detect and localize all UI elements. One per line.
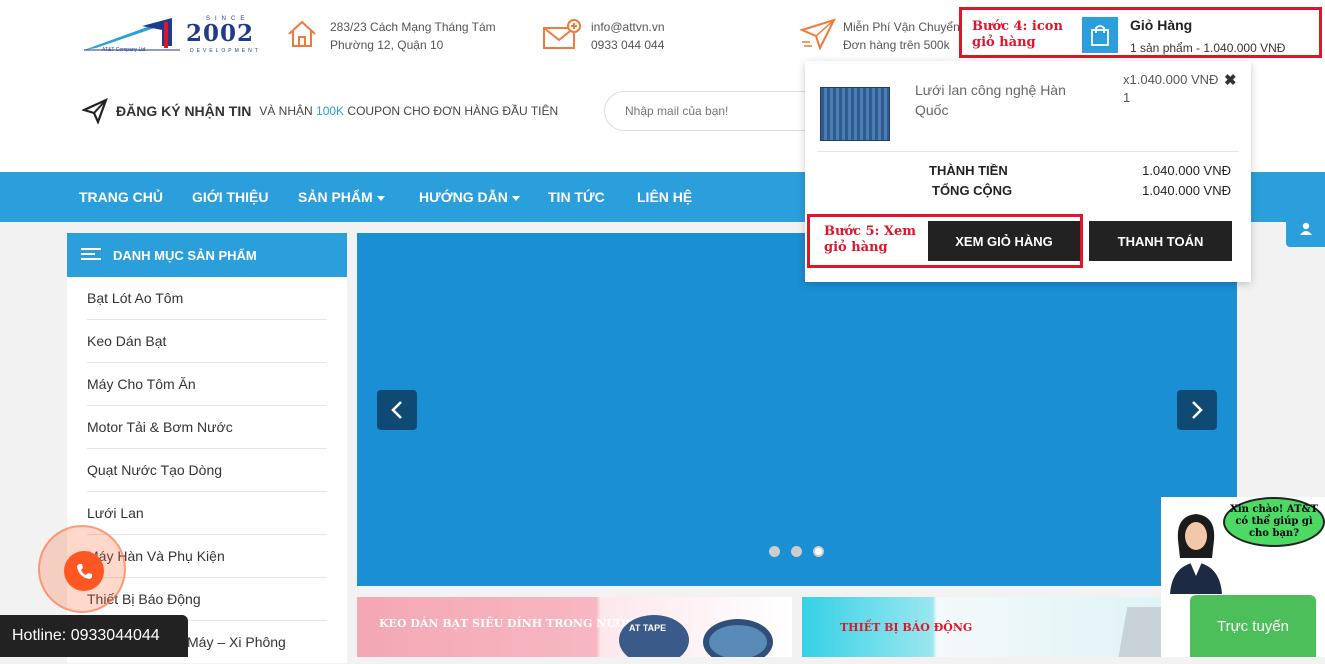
nav-guide[interactable]: HƯỚNG DẪN xyxy=(419,172,520,222)
slider-dot[interactable] xyxy=(791,546,802,557)
product-thumbnail[interactable] xyxy=(820,75,890,141)
remove-item-icon[interactable]: ✖ xyxy=(1224,71,1237,89)
category-item[interactable]: Motor Tải & Bơm Nước xyxy=(87,406,327,449)
home-icon xyxy=(288,20,316,47)
nav-about[interactable]: GIỚI THIỆU xyxy=(192,172,269,222)
divider xyxy=(817,151,1239,152)
category-item[interactable]: Máy Cho Tôm Ăn xyxy=(87,363,327,406)
slider-dot-active[interactable] xyxy=(813,546,824,557)
banner-glue-text: KEO DÁN BẠT SIÊU DÍNH TRONG NƯỚC xyxy=(379,617,635,630)
mail-icon xyxy=(543,19,581,49)
nav-guide-label: HƯỚNG DẪN xyxy=(419,189,508,205)
caret-down-icon xyxy=(511,195,520,201)
chevron-left-icon xyxy=(391,401,402,419)
cart-product-price: x1.040.000 VNĐ xyxy=(1123,72,1219,87)
category-item[interactable]: Bạt Lót Ao Tôm xyxy=(87,277,327,320)
user-icon xyxy=(1299,222,1312,235)
menu-icon xyxy=(81,248,101,260)
newsletter-promo: ĐĂNG KÝ NHẬN TIN VÀ NHẬN 100K COUPON CHO… xyxy=(82,96,558,126)
nav-products-label: SẢN PHẨM xyxy=(298,189,373,205)
banner-glue[interactable]: KEO DÁN BẠT SIÊU DÍNH TRONG NƯỚC AT TAPE xyxy=(357,597,792,657)
slider-next-button[interactable] xyxy=(1177,390,1217,430)
address-block: 283/23 Cách Mạng Tháng Tám Phường 12, Qu… xyxy=(286,18,496,54)
phone-icon xyxy=(77,564,92,579)
contact-email[interactable]: info@attvn.vn xyxy=(591,18,665,36)
hotline-bar[interactable]: Hotline: 0933044044 xyxy=(0,615,188,657)
slider-dot[interactable] xyxy=(769,546,780,557)
cart-product-qty: 1 xyxy=(1123,90,1131,105)
total-value: 1.040.000 VNĐ xyxy=(1142,183,1231,198)
online-chat-button[interactable]: Trực tuyến xyxy=(1190,595,1316,657)
shipping-block: Miễn Phí Vận Chuyển Đơn hàng trên 500k xyxy=(800,18,960,54)
shipping-line2: Đơn hàng trên 500k xyxy=(843,38,950,52)
nav-contact[interactable]: LIÊN HỆ xyxy=(637,172,692,222)
user-account-button[interactable] xyxy=(1286,211,1325,247)
contact-block: info@attvn.vn 0933 044 044 xyxy=(543,18,665,54)
logo-dev: DEVELOPMENT xyxy=(190,48,261,54)
newsletter-desc-after: COUPON CHO ĐƠN HÀNG ĐẦU TIÊN xyxy=(347,104,559,118)
category-item[interactable]: Keo Dán Bạt xyxy=(87,320,327,363)
logo-company: AT&T Company Ltd xyxy=(102,47,146,53)
slider-prev-button[interactable] xyxy=(377,390,417,430)
site-logo[interactable]: SINCE 2002 DEVELOPMENT AT&T Company Ltd xyxy=(82,16,258,56)
send-icon xyxy=(82,98,108,124)
nav-home[interactable]: TRANG CHỦ xyxy=(79,172,163,222)
category-item[interactable]: Quạt Nước Tạo Dòng xyxy=(87,449,327,492)
total-label: TỔNG CỘNG xyxy=(932,183,1013,198)
tape-brand: AT TAPE xyxy=(629,623,667,633)
support-agent-avatar xyxy=(1170,514,1222,594)
logo-year: 2002 xyxy=(186,20,255,47)
subtotal-label: THÀNH TIỀN xyxy=(929,163,1008,178)
contact-phone[interactable]: 0933 044 044 xyxy=(591,36,665,54)
call-button[interactable] xyxy=(64,551,104,591)
address-line2: Phường 12, Quận 10 xyxy=(330,38,444,52)
chevron-right-icon xyxy=(1192,401,1203,419)
newsletter-desc: VÀ NHẬN 100K COUPON CHO ĐƠN HÀNG ĐẦU TIÊ… xyxy=(259,104,558,118)
checkout-button[interactable]: THANH TOÁN xyxy=(1089,221,1232,261)
tape-roll-image: AT TAPE xyxy=(619,615,689,657)
nav-news[interactable]: TIN TỨC xyxy=(548,172,605,222)
annotation-step4-text: Bước 4: icon giỏ hàng xyxy=(972,19,1063,50)
category-header: DANH MỤC SẢN PHẨM xyxy=(67,233,347,277)
cart-product-name[interactable]: Lưới lan công nghệ Hàn Quốc xyxy=(915,80,1085,120)
address-line1: 283/23 Cách Mạng Tháng Tám xyxy=(330,20,496,34)
category-title: DANH MỤC SẢN PHẨM xyxy=(113,247,257,263)
newsletter-desc-before: VÀ NHẬN xyxy=(259,104,313,118)
banner-alarm-text: THIẾT BỊ BÁO ĐỘNG xyxy=(840,621,973,634)
newsletter-email-input[interactable] xyxy=(604,91,814,131)
paper-plane-icon xyxy=(800,18,836,50)
annotation-step5-text: Bước 5: Xem giỏ hàng xyxy=(824,224,917,255)
nav-products[interactable]: SẢN PHẨM xyxy=(298,172,385,222)
category-item[interactable]: Lưới Lan xyxy=(87,492,327,535)
tape-roll-image xyxy=(703,619,773,657)
newsletter-title: ĐĂNG KÝ NHẬN TIN xyxy=(116,103,252,119)
caret-down-icon xyxy=(376,195,385,201)
hero-slider xyxy=(357,233,1237,586)
newsletter-highlight: 100K xyxy=(316,104,345,118)
chat-greeting-bubble: Xin chào! AT&T có thể giúp gì cho bạn? xyxy=(1223,497,1325,547)
subtotal-value: 1.040.000 VNĐ xyxy=(1142,163,1231,178)
shipping-line1: Miễn Phí Vận Chuyển xyxy=(843,20,960,34)
